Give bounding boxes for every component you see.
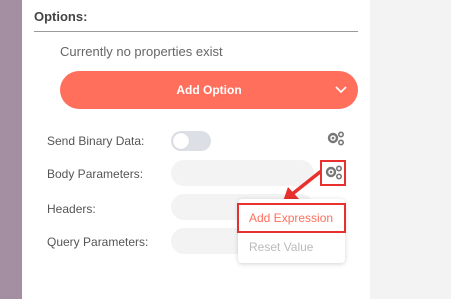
send-binary-data-toggle[interactable] <box>171 131 211 151</box>
add-option-label: Add Option <box>176 83 242 97</box>
reset-value-menu-item[interactable]: Reset Value <box>238 233 345 261</box>
options-section-title: Options: <box>34 9 88 24</box>
headers-label: Headers: <box>47 202 96 216</box>
query-parameters-label: Query Parameters: <box>47 235 149 249</box>
toggle-knob <box>173 133 189 149</box>
add-option-button[interactable]: Add Option <box>60 71 358 109</box>
chevron-down-icon <box>335 86 347 94</box>
send-binary-data-label: Send Binary Data: <box>47 134 145 148</box>
left-canvas-strip <box>0 0 22 299</box>
right-background <box>370 0 451 299</box>
parameter-options-menu: Add Expression Reset Value <box>237 199 346 263</box>
options-divider <box>34 31 358 32</box>
gear-icon[interactable] <box>326 131 346 147</box>
body-parameters-label: Body Parameters: <box>47 167 144 181</box>
no-properties-message: Currently no properties exist <box>60 44 223 59</box>
add-expression-menu-item[interactable]: Add Expression <box>237 203 346 233</box>
